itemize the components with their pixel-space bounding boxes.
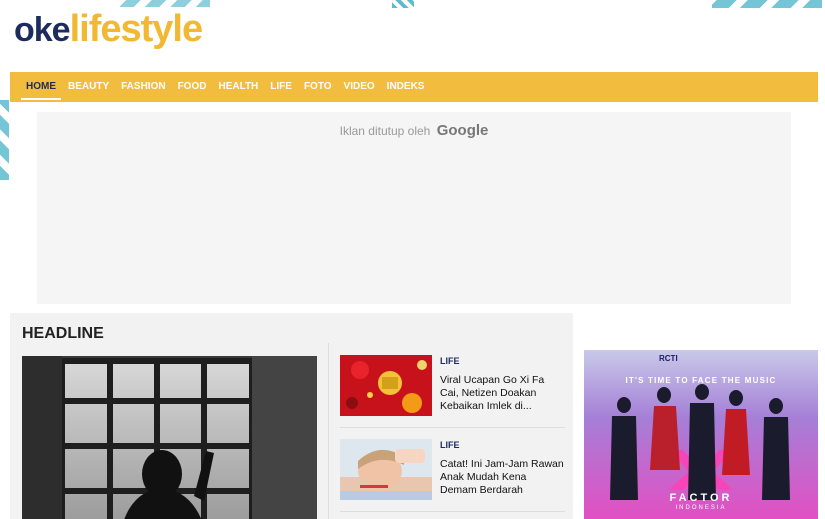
headline-main-image[interactable] <box>22 356 317 519</box>
article-title[interactable]: Catat! Ini Jam-Jam Rawan Anak Mudah Kena… <box>440 458 565 497</box>
nav-item-health[interactable]: HEALTH <box>218 72 258 102</box>
list-divider <box>340 511 565 512</box>
google-logo: Google <box>436 122 489 139</box>
ad-closed-text: Iklan ditutup oleh <box>339 124 431 138</box>
nav-item-fashion[interactable]: FASHION <box>121 72 165 102</box>
nav-item-beauty[interactable]: BEAUTY <box>68 72 109 102</box>
column-divider <box>328 343 329 519</box>
page: oke lifestyle HOME BEAUTY FASHION FOOD H… <box>0 0 825 519</box>
x-factor-banner[interactable]: RCTI IT'S TIME TO FACE THE MUSIC FACTOR … <box>584 350 818 519</box>
site-logo[interactable]: oke lifestyle <box>14 8 204 54</box>
nav-item-food[interactable]: FOOD <box>178 72 207 102</box>
nav-item-video[interactable]: VIDEO <box>344 72 375 102</box>
nav-item-life[interactable]: LIFE <box>270 72 292 102</box>
headline-section: HEADLINE LIFE Viral Ucapan Go Xi Fa Cai,… <box>10 313 573 519</box>
article-category[interactable]: LIFE <box>440 440 460 450</box>
banner-show-name: FACTOR <box>669 492 733 504</box>
nav-item-home[interactable]: HOME <box>21 72 61 102</box>
decorative-stripe <box>392 0 414 8</box>
headline-list-item[interactable]: LIFE Catat! Ini Jam-Jam Rawan Anak Mudah… <box>340 439 565 503</box>
list-divider <box>340 427 565 428</box>
decorative-stripe <box>0 100 9 180</box>
logo-part-lifestyle: lifestyle <box>69 8 204 50</box>
ad-placeholder: Iklan ditutup oleh Google <box>37 112 791 304</box>
main-nav: HOME BEAUTY FASHION FOOD HEALTH LIFE FOT… <box>10 72 818 102</box>
sick-child-image <box>340 439 432 500</box>
section-title: HEADLINE <box>22 325 104 342</box>
banner-country: INDONESIA <box>675 505 727 511</box>
imlek-decoration-image <box>340 355 432 416</box>
decorative-stripe <box>712 0 822 8</box>
ad-closed-notice: Iklan ditutup oleh Google <box>37 122 791 139</box>
window-silhouette-image <box>22 356 317 519</box>
nav-item-foto[interactable]: FOTO <box>304 72 332 102</box>
article-title[interactable]: Viral Ucapan Go Xi Fa Cai, Netizen Doaka… <box>440 374 565 413</box>
article-category[interactable]: LIFE <box>440 356 460 366</box>
headline-list-item[interactable]: LIFE Viral Ucapan Go Xi Fa Cai, Netizen … <box>340 355 565 419</box>
logo-part-oke: oke <box>14 11 71 49</box>
article-thumbnail[interactable] <box>340 439 432 500</box>
nav-item-indeks[interactable]: INDEKS <box>387 72 425 102</box>
decorative-stripe <box>120 0 210 7</box>
article-thumbnail[interactable] <box>340 355 432 416</box>
